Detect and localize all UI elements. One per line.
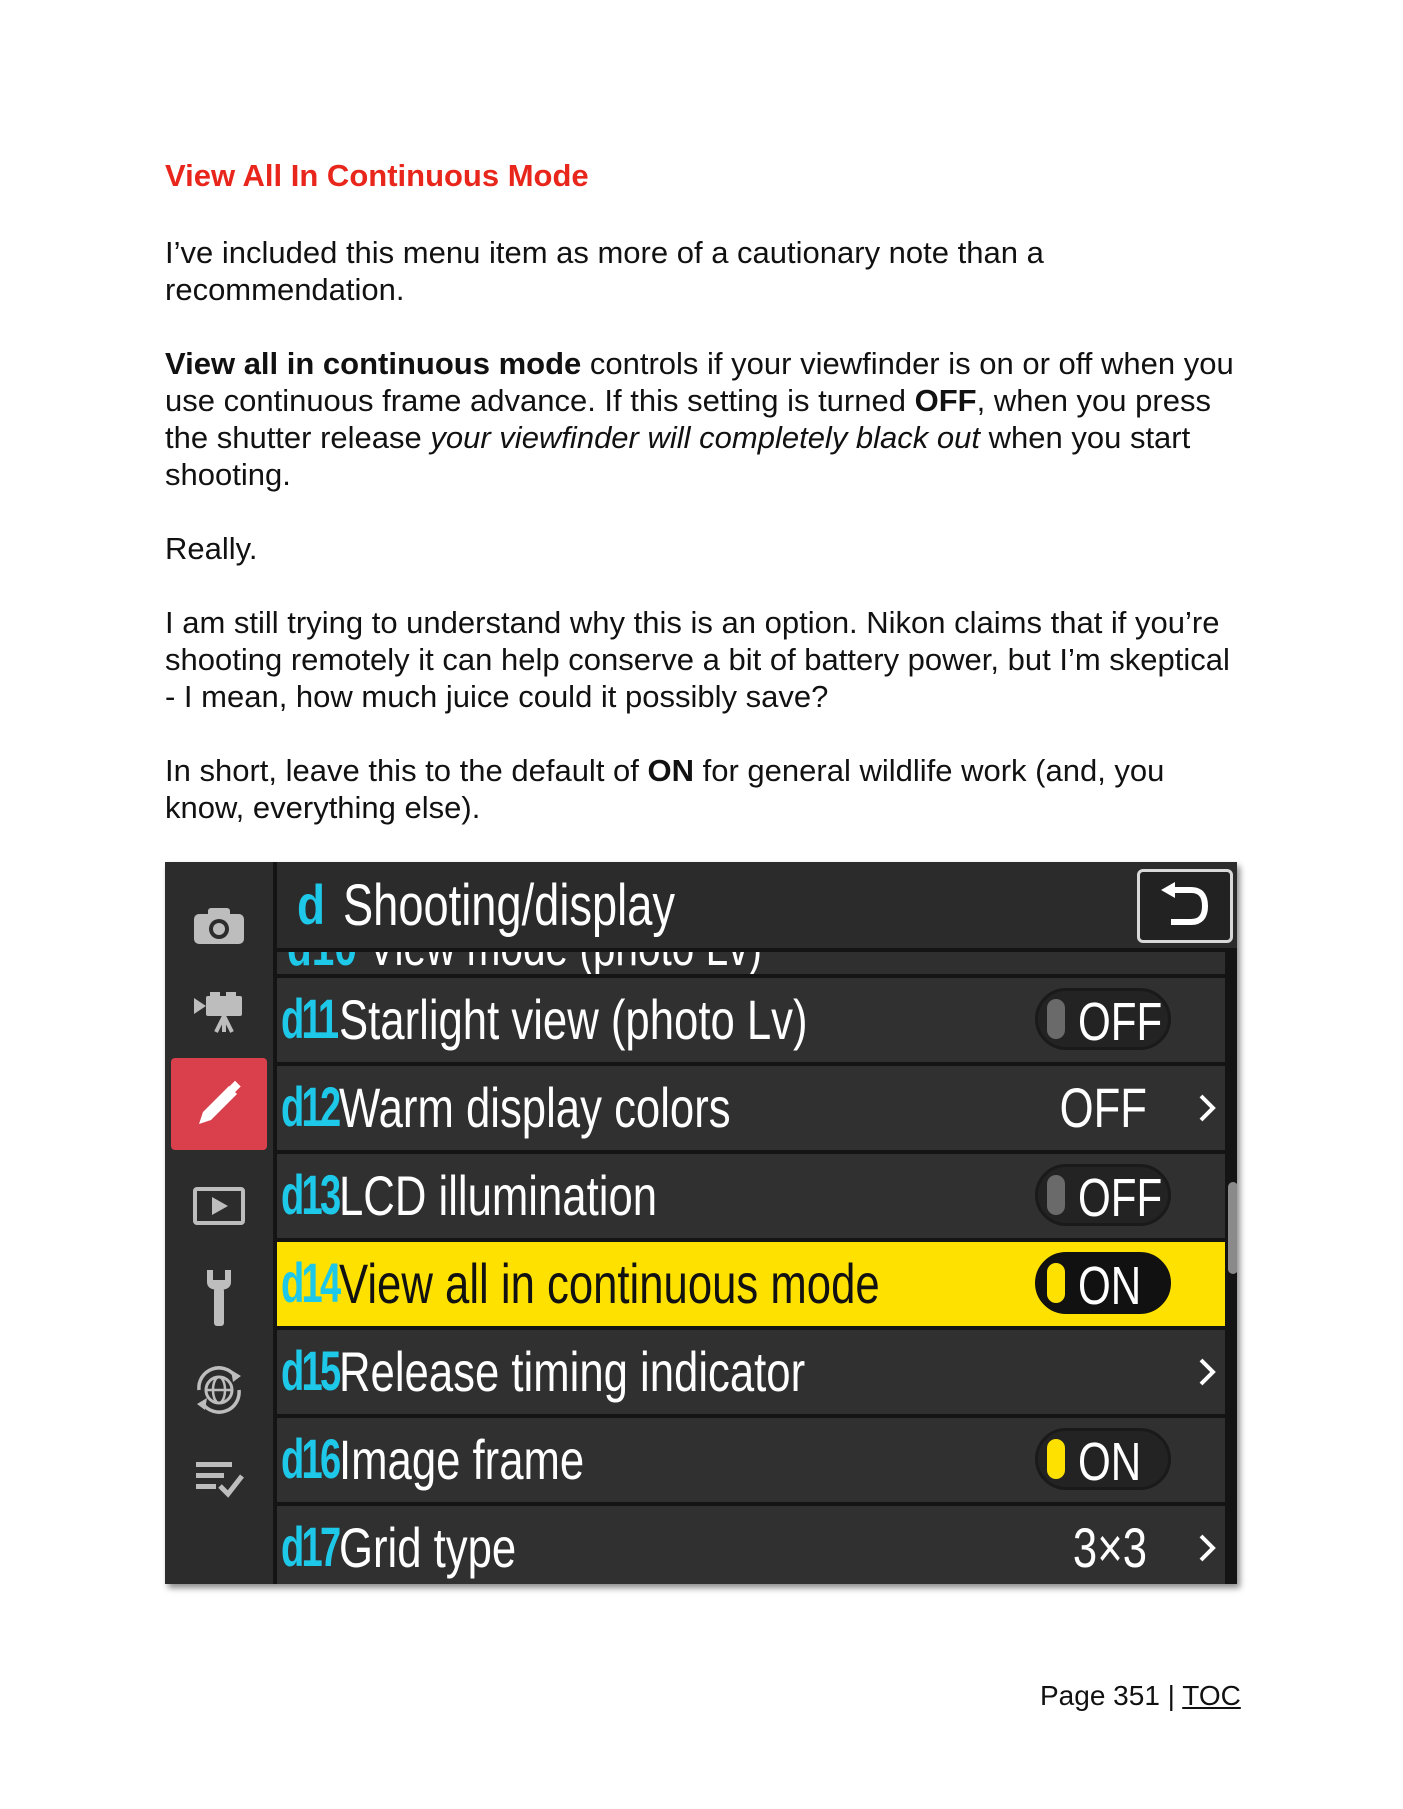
toggle-value: ON <box>1078 1256 1142 1316</box>
row-code: d11 <box>281 987 339 1050</box>
chevron-right-icon <box>1199 1358 1216 1386</box>
menu-row-starlight-view[interactable]: d11 Starlight view (photo Lv) OFF <box>277 978 1225 1062</box>
menu-row-view-all-continuous[interactable]: d14 View all in continuous mode ON <box>277 1242 1225 1326</box>
network-icon[interactable] <box>171 1344 267 1436</box>
menu-row-warm-display-colors[interactable]: d12 Warm display colors OFF <box>277 1066 1225 1150</box>
section-heading: View All In Continuous Mode <box>165 158 589 193</box>
intro-paragraph: I’ve included this menu item as more of … <box>165 235 1044 307</box>
row-label: Grid type <box>339 1516 517 1579</box>
menu-header-title: Shooting/display <box>343 873 675 938</box>
row-code: d15 <box>281 1339 341 1402</box>
toggle-value: ON <box>1078 1432 1142 1492</box>
toc-link[interactable]: TOC <box>1182 1680 1241 1711</box>
my-menu-icon[interactable] <box>171 1432 267 1524</box>
row-label: Warm display colors <box>339 1076 731 1139</box>
partial-menu-row: d10 View mode (photo Lv) <box>277 952 1225 974</box>
page-number: Page 351 | <box>1040 1680 1183 1711</box>
recommendation-text-1: In short, leave this to the default of <box>165 753 648 788</box>
movie-camera-icon[interactable] <box>171 966 267 1058</box>
pencil-icon[interactable] <box>171 1058 267 1150</box>
row-code: d17 <box>281 1515 341 1578</box>
recommendation-paragraph: In short, leave this to the default of O… <box>165 752 1245 826</box>
menu-header: d Shooting/display <box>277 862 1237 948</box>
chevron-right-icon <box>1199 1094 1216 1122</box>
scrollbar-thumb[interactable] <box>1228 1182 1237 1274</box>
description-paragraph: View all in continuous mode controls if … <box>165 345 1245 493</box>
page-footer: Page 351 | TOC <box>1040 1680 1241 1712</box>
toggle-knob <box>1047 1263 1065 1303</box>
row-label: LCD illumination <box>339 1164 658 1227</box>
camera-menu-screenshot: d Shooting/display d10 View mode (photo … <box>165 862 1237 1584</box>
row-code: d14 <box>281 1251 341 1314</box>
row-label: Release timing indicator <box>339 1340 806 1403</box>
row-code: d12 <box>281 1075 341 1138</box>
return-arrow-icon <box>1161 882 1209 925</box>
toggle-knob <box>1047 1439 1065 1479</box>
toggle-switch[interactable]: OFF <box>1035 1164 1171 1228</box>
skeptical-paragraph: I am still trying to understand why this… <box>165 605 1230 714</box>
back-button[interactable] <box>1137 869 1233 943</box>
toggle-switch[interactable]: OFF <box>1035 988 1171 1052</box>
menu-sidebar <box>165 862 273 1584</box>
toggle-knob <box>1047 1175 1065 1215</box>
menu-header-letter: d <box>297 873 326 936</box>
really-paragraph: Really. <box>165 531 258 566</box>
menu-row-grid-type[interactable]: d17 Grid type 3×3 <box>277 1506 1225 1584</box>
toggle-switch[interactable]: ON <box>1035 1252 1171 1316</box>
row-label: Starlight view (photo Lv) <box>339 988 808 1051</box>
partial-row-label: View mode (photo Lv) <box>368 952 762 974</box>
toggle-value: OFF <box>1078 992 1163 1052</box>
row-label: Image frame <box>339 1428 585 1491</box>
toggle-value: OFF <box>1078 1168 1163 1228</box>
wrench-icon[interactable] <box>171 1252 267 1344</box>
row-label: View all in continuous mode <box>339 1252 880 1315</box>
playback-icon[interactable] <box>171 1160 267 1252</box>
off-bold: OFF <box>914 383 977 418</box>
partial-row-code: d10 <box>287 952 357 974</box>
blackout-italic: your viewfinder will completely black ou… <box>430 420 981 455</box>
menu-row-release-timing[interactable]: d15 Release timing indicator <box>277 1330 1225 1414</box>
chevron-right-icon <box>1199 1534 1216 1562</box>
camera-icon[interactable] <box>171 880 267 972</box>
menu-row-lcd-illumination[interactable]: d13 LCD illumination OFF <box>277 1154 1225 1238</box>
row-code: d16 <box>281 1427 341 1490</box>
row-code: d13 <box>281 1163 341 1226</box>
toggle-knob <box>1047 999 1065 1039</box>
menu-row-image-frame[interactable]: d16 Image frame ON <box>277 1418 1225 1502</box>
setting-name-bold: View all in continuous mode <box>165 346 582 381</box>
row-value: 3×3 <box>1072 1516 1147 1579</box>
on-bold: ON <box>647 753 695 788</box>
toggle-switch[interactable]: ON <box>1035 1428 1171 1492</box>
row-value: OFF <box>1059 1076 1147 1139</box>
